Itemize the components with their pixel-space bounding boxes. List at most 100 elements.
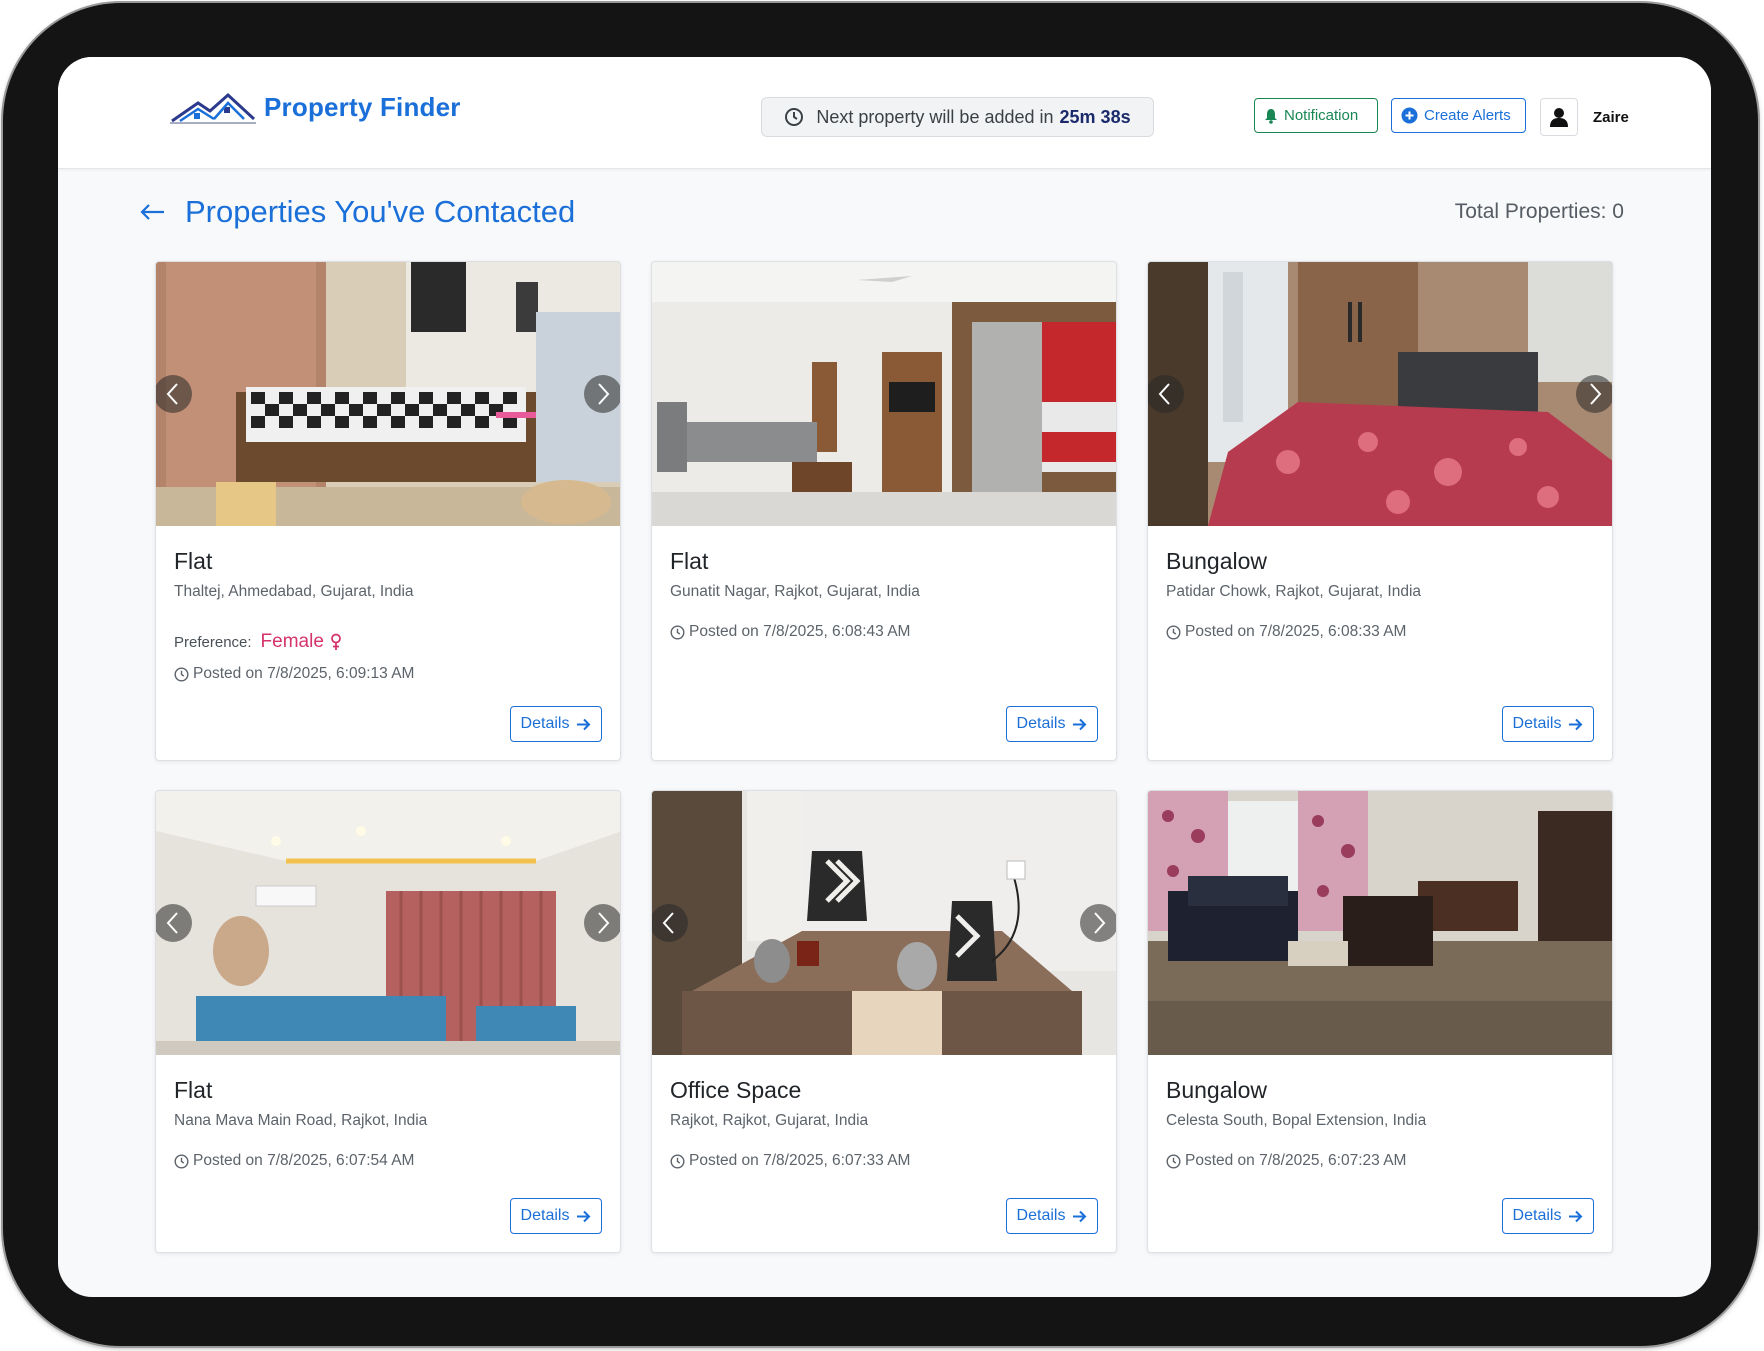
property-type: Office Space: [670, 1077, 802, 1103]
user-avatar[interactable]: [1540, 98, 1578, 136]
card-body: Office Space Rajkot, Rajkot, Gujarat, In…: [652, 1055, 1116, 1170]
chevron-left-icon: [662, 912, 674, 934]
chevron-right-icon: [598, 383, 610, 405]
clock-icon: [174, 666, 189, 682]
notification-label: Notification: [1284, 107, 1359, 124]
preference-label: Preference:: [174, 633, 252, 651]
clock-icon: [1166, 624, 1181, 640]
house-logo-icon: [170, 92, 256, 124]
clock-icon: [174, 1153, 189, 1169]
posted-text: Posted on 7/8/2025, 6:07:23 AM: [1185, 1152, 1407, 1169]
property-card: Bungalow Patidar Chowk, Rajkot, Gujarat,…: [1147, 261, 1613, 761]
arrow-right-icon: [1073, 718, 1087, 730]
posted-date: Posted on 7/8/2025, 6:07:23 AM: [1166, 1152, 1594, 1170]
property-card: Office Space Rajkot, Rajkot, Gujarat, In…: [651, 790, 1117, 1253]
property-type: Bungalow: [1166, 548, 1268, 574]
posted-date: Posted on 7/8/2025, 6:09:13 AM: [174, 665, 602, 683]
chevron-left-icon: [166, 912, 178, 934]
property-type: Flat: [174, 1077, 213, 1103]
property-location: Rajkot, Rajkot, Gujarat, India: [670, 1112, 869, 1129]
arrow-right-icon: [1569, 1210, 1583, 1222]
property-image-carousel: [1148, 791, 1612, 1055]
property-card: Bungalow Celesta South, Bopal Extension,…: [1147, 790, 1613, 1253]
property-photo: [652, 262, 1116, 526]
user-menu[interactable]: Zaire: [1540, 98, 1629, 136]
property-photo: [1148, 262, 1612, 526]
carousel-next-button[interactable]: [584, 904, 620, 942]
posted-date: Posted on 7/8/2025, 6:07:54 AM: [174, 1152, 602, 1170]
property-type: Flat: [174, 548, 213, 574]
property-photo: [652, 791, 1116, 1055]
chevron-right-icon: [1590, 383, 1602, 405]
chevron-right-icon: [1094, 912, 1106, 934]
brand-logo[interactable]: Property Finder: [170, 89, 461, 125]
posted-text: Posted on 7/8/2025, 6:08:43 AM: [689, 623, 911, 640]
preference-value: Female: [260, 631, 324, 652]
arrow-right-icon: [577, 718, 591, 730]
property-card: Flat Thaltej, Ahmedabad, Gujarat, India …: [155, 261, 621, 761]
details-label: Details: [1016, 715, 1066, 732]
arrow-right-icon: [1569, 718, 1583, 730]
notification-button[interactable]: Notification: [1254, 98, 1378, 133]
property-image-carousel: [156, 262, 620, 526]
posted-date: Posted on 7/8/2025, 6:08:43 AM: [670, 623, 1098, 641]
carousel-next-button[interactable]: [584, 375, 620, 413]
details-button[interactable]: Details: [1006, 1198, 1098, 1234]
user-name: Zaire: [1593, 108, 1629, 126]
details-button[interactable]: Details: [1006, 706, 1098, 742]
card-body: Flat Nana Mava Main Road, Rajkot, India …: [156, 1055, 620, 1170]
details-label: Details: [1512, 715, 1562, 732]
property-image-carousel: [652, 791, 1116, 1055]
create-alerts-button[interactable]: Create Alerts: [1391, 98, 1526, 133]
chevron-left-icon: [166, 383, 178, 405]
details-button[interactable]: Details: [1502, 1198, 1594, 1234]
card-body: Bungalow Celesta South, Bopal Extension,…: [1148, 1055, 1612, 1170]
timer-text: Next property will be added in: [816, 106, 1054, 127]
female-icon: [331, 633, 341, 650]
preference-row: Preference: Female: [174, 631, 602, 653]
next-property-timer: Next property will be added in 25m 38s: [761, 97, 1154, 137]
timer-value: 25m 38s: [1059, 106, 1131, 127]
total-properties: Total Properties: 0: [1454, 200, 1624, 223]
clock-icon: [1166, 1153, 1181, 1169]
property-image-carousel: [1148, 262, 1612, 526]
card-body: Bungalow Patidar Chowk, Rajkot, Gujarat,…: [1148, 526, 1612, 641]
posted-text: Posted on 7/8/2025, 6:09:13 AM: [193, 665, 415, 682]
clock-icon: [670, 624, 685, 640]
property-location: Nana Mava Main Road, Rajkot, India: [174, 1112, 428, 1129]
tablet-frame: Property Finder Next property will be ad…: [3, 3, 1758, 1346]
property-image-carousel: [652, 262, 1116, 526]
carousel-next-button[interactable]: [1576, 375, 1612, 413]
property-card: Flat Nana Mava Main Road, Rajkot, India …: [155, 790, 621, 1253]
details-button[interactable]: Details: [510, 1198, 602, 1234]
brand-name: Property Finder: [264, 91, 461, 122]
details-button[interactable]: Details: [510, 706, 602, 742]
back-arrow-button[interactable]: [138, 197, 168, 227]
details-label: Details: [1512, 1207, 1562, 1224]
property-photo: [1148, 791, 1612, 1055]
card-body: Flat Thaltej, Ahmedabad, Gujarat, India …: [156, 526, 620, 683]
clock-icon: [784, 107, 804, 127]
plus-circle-icon: [1401, 107, 1418, 124]
details-button[interactable]: Details: [1502, 706, 1594, 742]
posted-text: Posted on 7/8/2025, 6:08:33 AM: [1185, 623, 1407, 640]
arrow-left-icon: [140, 204, 164, 220]
posted-date: Posted on 7/8/2025, 6:08:33 AM: [1166, 623, 1594, 641]
page-title: Properties You've Contacted: [185, 194, 576, 229]
carousel-next-button[interactable]: [1080, 904, 1116, 942]
clock-icon: [670, 1153, 685, 1169]
card-body: Flat Gunatit Nagar, Rajkot, Gujarat, Ind…: [652, 526, 1116, 641]
arrow-right-icon: [1073, 1210, 1087, 1222]
property-location: Patidar Chowk, Rajkot, Gujarat, India: [1166, 583, 1422, 600]
posted-text: Posted on 7/8/2025, 6:07:54 AM: [193, 1152, 415, 1169]
details-label: Details: [520, 1207, 570, 1224]
chevron-left-icon: [1158, 383, 1170, 405]
property-location: Gunatit Nagar, Rajkot, Gujarat, India: [670, 583, 920, 600]
property-location: Celesta South, Bopal Extension, India: [1166, 1112, 1427, 1129]
chevron-right-icon: [598, 912, 610, 934]
property-photo: [156, 262, 620, 526]
property-card: Flat Gunatit Nagar, Rajkot, Gujarat, Ind…: [651, 261, 1117, 761]
user-icon: [1550, 108, 1568, 127]
posted-text: Posted on 7/8/2025, 6:07:33 AM: [689, 1152, 911, 1169]
property-image-carousel: [156, 791, 620, 1055]
